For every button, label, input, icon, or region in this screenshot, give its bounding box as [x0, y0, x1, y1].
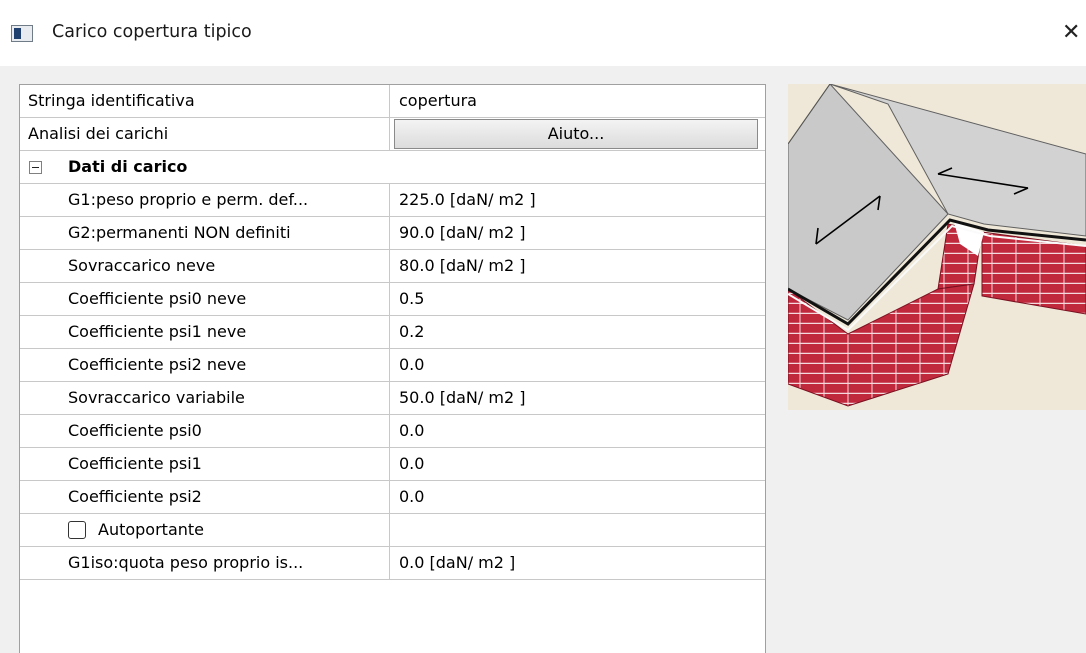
roof-load-illustration-icon: [788, 84, 1086, 407]
grid-row-analisi-carichi: Analisi dei carichi Aiuto...: [20, 118, 765, 151]
grid-group-dati-di-carico[interactable]: Dati di carico: [20, 151, 765, 184]
grid-row-g1-peso-proprio: G1:peso proprio e perm. def... 225.0 [da…: [20, 184, 765, 217]
property-value[interactable]: 225.0 [daN/ m2 ]: [391, 184, 765, 216]
help-button[interactable]: Aiuto...: [394, 119, 758, 149]
property-value[interactable]: 0.0: [391, 415, 765, 447]
grid-row-psi2: Coefficiente psi2 0.0: [20, 481, 765, 514]
property-value[interactable]: 80.0 [daN/ m2 ]: [391, 250, 765, 282]
property-value[interactable]: [391, 514, 765, 546]
property-value[interactable]: 0.5: [391, 283, 765, 315]
property-label: Sovraccarico variabile: [20, 382, 390, 414]
property-value[interactable]: 50.0 [daN/ m2 ]: [391, 382, 765, 414]
property-value[interactable]: 0.0: [391, 448, 765, 480]
autoportante-label: Autoportante: [98, 520, 205, 539]
property-value[interactable]: 0.0 [daN/ m2 ]: [391, 547, 765, 579]
property-label: Coefficiente psi1 neve: [20, 316, 390, 348]
property-label: Stringa identificativa: [20, 85, 390, 117]
grid-row-g1iso: G1iso:quota peso proprio is... 0.0 [daN/…: [20, 547, 765, 580]
autoportante-cell: Autoportante: [20, 514, 390, 546]
property-label: Coefficiente psi2 neve: [20, 349, 390, 381]
property-grid: Stringa identificativa copertura Analisi…: [19, 84, 766, 653]
grid-row-psi0-neve: Coefficiente psi0 neve 0.5: [20, 283, 765, 316]
property-label: Analisi dei carichi: [20, 118, 390, 150]
property-value[interactable]: 0.2: [391, 316, 765, 348]
roof-preview-image: [788, 84, 1086, 410]
property-value[interactable]: 0.0: [391, 349, 765, 381]
app-window-icon: [11, 25, 33, 42]
identification-string-value[interactable]: copertura: [391, 85, 765, 117]
grid-row-psi2-neve: Coefficiente psi2 neve 0.0: [20, 349, 765, 382]
help-button-cell: Aiuto...: [391, 118, 765, 150]
property-value[interactable]: 90.0 [daN/ m2 ]: [391, 217, 765, 249]
grid-row-autoportante: Autoportante: [20, 514, 765, 547]
autoportante-checkbox[interactable]: [68, 521, 86, 539]
grid-row-psi1: Coefficiente psi1 0.0: [20, 448, 765, 481]
property-value[interactable]: 0.0: [391, 481, 765, 513]
property-label: G1iso:quota peso proprio is...: [20, 547, 390, 579]
property-label: G2:permanenti NON definiti: [20, 217, 390, 249]
group-label: Dati di carico: [68, 157, 188, 176]
grid-row-g2-permanenti: G2:permanenti NON definiti 90.0 [daN/ m2…: [20, 217, 765, 250]
grid-row-psi0: Coefficiente psi0 0.0: [20, 415, 765, 448]
grid-row-sovraccarico-variabile: Sovraccarico variabile 50.0 [daN/ m2 ]: [20, 382, 765, 415]
property-label: G1:peso proprio e perm. def...: [20, 184, 390, 216]
window-title: Carico copertura tipico: [52, 22, 252, 42]
property-label: Coefficiente psi1: [20, 448, 390, 480]
title-bar: Carico copertura tipico ✕: [0, 0, 1086, 66]
property-label: Coefficiente psi0 neve: [20, 283, 390, 315]
grid-row-sovraccarico-neve: Sovraccarico neve 80.0 [daN/ m2 ]: [20, 250, 765, 283]
close-icon[interactable]: ✕: [1062, 20, 1086, 46]
property-label: Sovraccarico neve: [20, 250, 390, 282]
property-label: Coefficiente psi0: [20, 415, 390, 447]
grid-row-psi1-neve: Coefficiente psi1 neve 0.2: [20, 316, 765, 349]
property-label: Coefficiente psi2: [20, 481, 390, 513]
grid-row-stringa-identificativa: Stringa identificativa copertura: [20, 85, 765, 118]
